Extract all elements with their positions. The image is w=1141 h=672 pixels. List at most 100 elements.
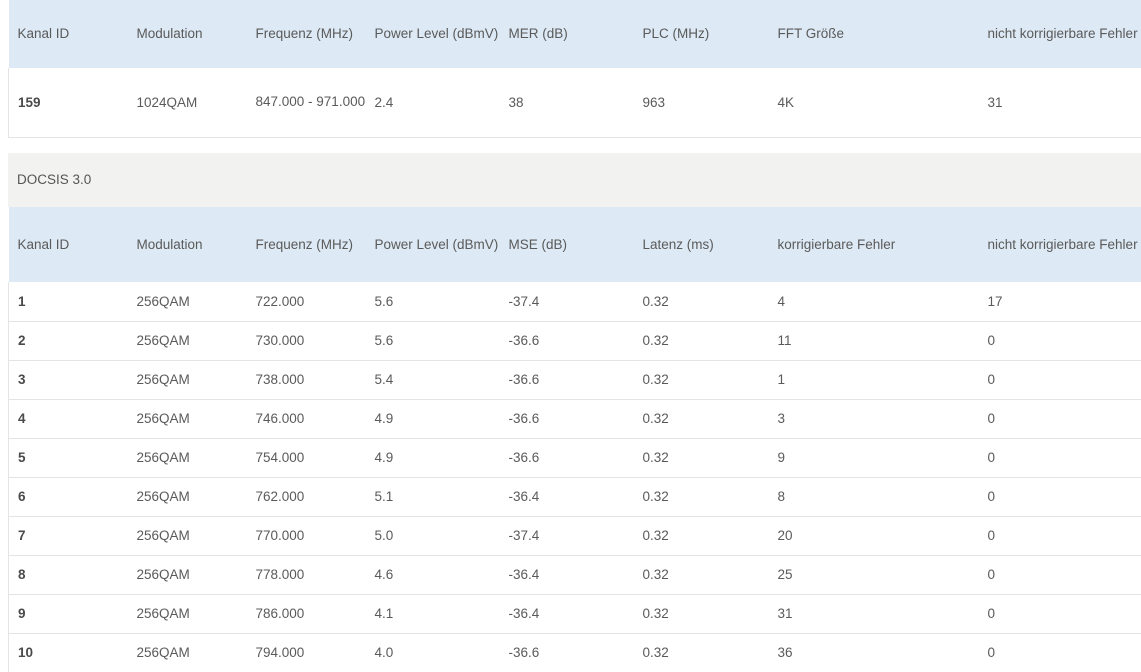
cell-mer: 38 xyxy=(499,68,634,138)
table-row: 4 256QAM 746.000 4.9 -36.6 0.32 3 0 xyxy=(8,399,1141,439)
cell-frequency: 847.000 - 971.000 xyxy=(246,68,366,138)
cell-channel-id: 8 xyxy=(8,555,128,595)
cell-correctable-errors: 20 xyxy=(768,516,979,556)
cell-mse: -36.4 xyxy=(499,477,634,517)
cell-channel-id: 2 xyxy=(8,321,128,361)
cell-plc: 963 xyxy=(633,68,769,138)
table-row: 3 256QAM 738.000 5.4 -36.6 0.32 1 0 xyxy=(8,360,1141,400)
cell-correctable-errors: 4 xyxy=(768,282,979,322)
cell-channel-id: 9 xyxy=(8,594,128,634)
cell-latency: 0.32 xyxy=(633,282,769,322)
docsis-table-body: 1 256QAM 722.000 5.6 -37.4 0.32 4 17 2 256QAM 730.… xyxy=(8,282,1141,672)
cell-modulation: 256QAM xyxy=(127,321,247,361)
cell-power-level: 4.1 xyxy=(365,594,500,634)
cell-channel-id: 6 xyxy=(8,477,128,517)
cell-mse: -36.6 xyxy=(499,438,634,478)
cell-modulation: 256QAM xyxy=(127,360,247,400)
cell-uncorrectable-errors: 0 xyxy=(978,555,1141,595)
cell-uncorrectable-errors: 0 xyxy=(978,594,1141,634)
cell-correctable-errors: 11 xyxy=(768,321,979,361)
cell-latency: 0.32 xyxy=(633,633,769,672)
cell-modulation: 256QAM xyxy=(127,282,247,322)
cell-latency: 0.32 xyxy=(633,438,769,478)
cell-power-level: 4.6 xyxy=(365,555,500,595)
cell-mse: -36.6 xyxy=(499,399,634,439)
column-header-uncorrectable-errors: nicht korrigierbare Fehler xyxy=(987,236,1138,252)
cell-frequency: 794.000 xyxy=(246,633,366,672)
cell-channel-id: 3 xyxy=(8,360,128,400)
cell-modulation: 256QAM xyxy=(127,594,247,634)
cell-mse: -37.4 xyxy=(499,516,634,556)
cell-frequency: 762.000 xyxy=(246,477,366,517)
cell-uncorrectable-errors: 0 xyxy=(978,633,1141,672)
cell-channel-id: 5 xyxy=(8,438,128,478)
column-header-latency: Latenz (ms) xyxy=(642,236,714,252)
cell-modulation: 256QAM xyxy=(127,633,247,672)
cell-latency: 0.32 xyxy=(633,555,769,595)
cell-latency: 0.32 xyxy=(633,594,769,634)
column-header-uncorrectable-errors: nicht korrigierbare Fehler xyxy=(987,26,1138,41)
column-header-power-level: Power Level (dBmV) xyxy=(374,236,499,252)
cell-power-level: 4.0 xyxy=(365,633,500,672)
cell-modulation: 256QAM xyxy=(127,516,247,556)
cell-mse: -36.6 xyxy=(499,633,634,672)
table-row: 7 256QAM 770.000 5.0 -37.4 0.32 20 0 xyxy=(8,516,1141,556)
cell-mse: -36.6 xyxy=(499,321,634,361)
cell-correctable-errors: 3 xyxy=(768,399,979,439)
column-header-channel-id: Kanal ID xyxy=(17,236,70,252)
cell-power-level: 5.4 xyxy=(365,360,500,400)
cell-frequency: 770.000 xyxy=(246,516,366,556)
column-header-modulation: Modulation xyxy=(136,236,203,252)
cell-uncorrectable-errors: 0 xyxy=(978,399,1141,439)
column-header-correctable-errors: korrigierbare Fehler xyxy=(777,236,896,252)
cell-correctable-errors: 1 xyxy=(768,360,979,400)
cell-correctable-errors: 25 xyxy=(768,555,979,595)
table-header-row: Kanal ID Modulation Frequenz (MHz) Power… xyxy=(8,0,1141,68)
table-header-row: Kanal ID Modulation Frequenz (MHz) Power… xyxy=(8,207,1141,282)
column-header-fft-size: FFT Größe xyxy=(777,26,845,41)
cell-frequency: 786.000 xyxy=(246,594,366,634)
table-row: 8 256QAM 778.000 4.6 -36.4 0.32 25 0 xyxy=(8,555,1141,595)
ofdm-channel-table: Kanal ID Modulation Frequenz (MHz) Power… xyxy=(8,0,1141,138)
cell-channel-id: 7 xyxy=(8,516,128,556)
cell-latency: 0.32 xyxy=(633,321,769,361)
cell-uncorrectable-errors: 0 xyxy=(978,516,1141,556)
cell-uncorrectable-errors: 0 xyxy=(978,360,1141,400)
cell-uncorrectable-errors: 0 xyxy=(978,321,1141,361)
cell-modulation: 256QAM xyxy=(127,555,247,595)
cell-channel-id: 10 xyxy=(8,633,128,672)
cell-uncorrectable-errors: 0 xyxy=(978,477,1141,517)
column-header-power-level: Power Level (dBmV) xyxy=(374,26,499,41)
cell-correctable-errors: 9 xyxy=(768,438,979,478)
cell-power-level: 4.9 xyxy=(365,399,500,439)
table-row: 1 256QAM 722.000 5.6 -37.4 0.32 4 17 xyxy=(8,282,1141,322)
section-title: DOCSIS 3.0 xyxy=(17,172,92,187)
cell-power-level: 4.9 xyxy=(365,438,500,478)
cell-frequency: 754.000 xyxy=(246,438,366,478)
cell-power-level: 2.4 xyxy=(365,68,500,138)
cell-latency: 0.32 xyxy=(633,477,769,517)
cell-channel-id: 4 xyxy=(8,399,128,439)
cell-power-level: 5.6 xyxy=(365,321,500,361)
cell-power-level: 5.0 xyxy=(365,516,500,556)
cell-mse: -36.4 xyxy=(499,594,634,634)
cell-modulation: 256QAM xyxy=(127,477,247,517)
cell-uncorrectable-errors: 0 xyxy=(978,438,1141,478)
cell-correctable-errors: 8 xyxy=(768,477,979,517)
cell-correctable-errors: 36 xyxy=(768,633,979,672)
cell-frequency: 778.000 xyxy=(246,555,366,595)
cell-correctable-errors: 31 xyxy=(768,594,979,634)
cell-power-level: 5.6 xyxy=(365,282,500,322)
table-row: 5 256QAM 754.000 4.9 -36.6 0.32 9 0 xyxy=(8,438,1141,478)
cell-channel-id: 1 xyxy=(8,282,128,322)
cell-frequency: 730.000 xyxy=(246,321,366,361)
cell-mse: -37.4 xyxy=(499,282,634,322)
cell-latency: 0.32 xyxy=(633,360,769,400)
table-row: 159 1024QAM 847.000 - 971.000 2.4 38 963… xyxy=(8,68,1141,138)
cell-latency: 0.32 xyxy=(633,399,769,439)
table-row: 2 256QAM 730.000 5.6 -36.6 0.32 11 0 xyxy=(8,321,1141,361)
table-row: 6 256QAM 762.000 5.1 -36.4 0.32 8 0 xyxy=(8,477,1141,517)
cell-latency: 0.32 xyxy=(633,516,769,556)
cell-channel-id: 159 xyxy=(8,68,128,138)
cell-power-level: 5.1 xyxy=(365,477,500,517)
